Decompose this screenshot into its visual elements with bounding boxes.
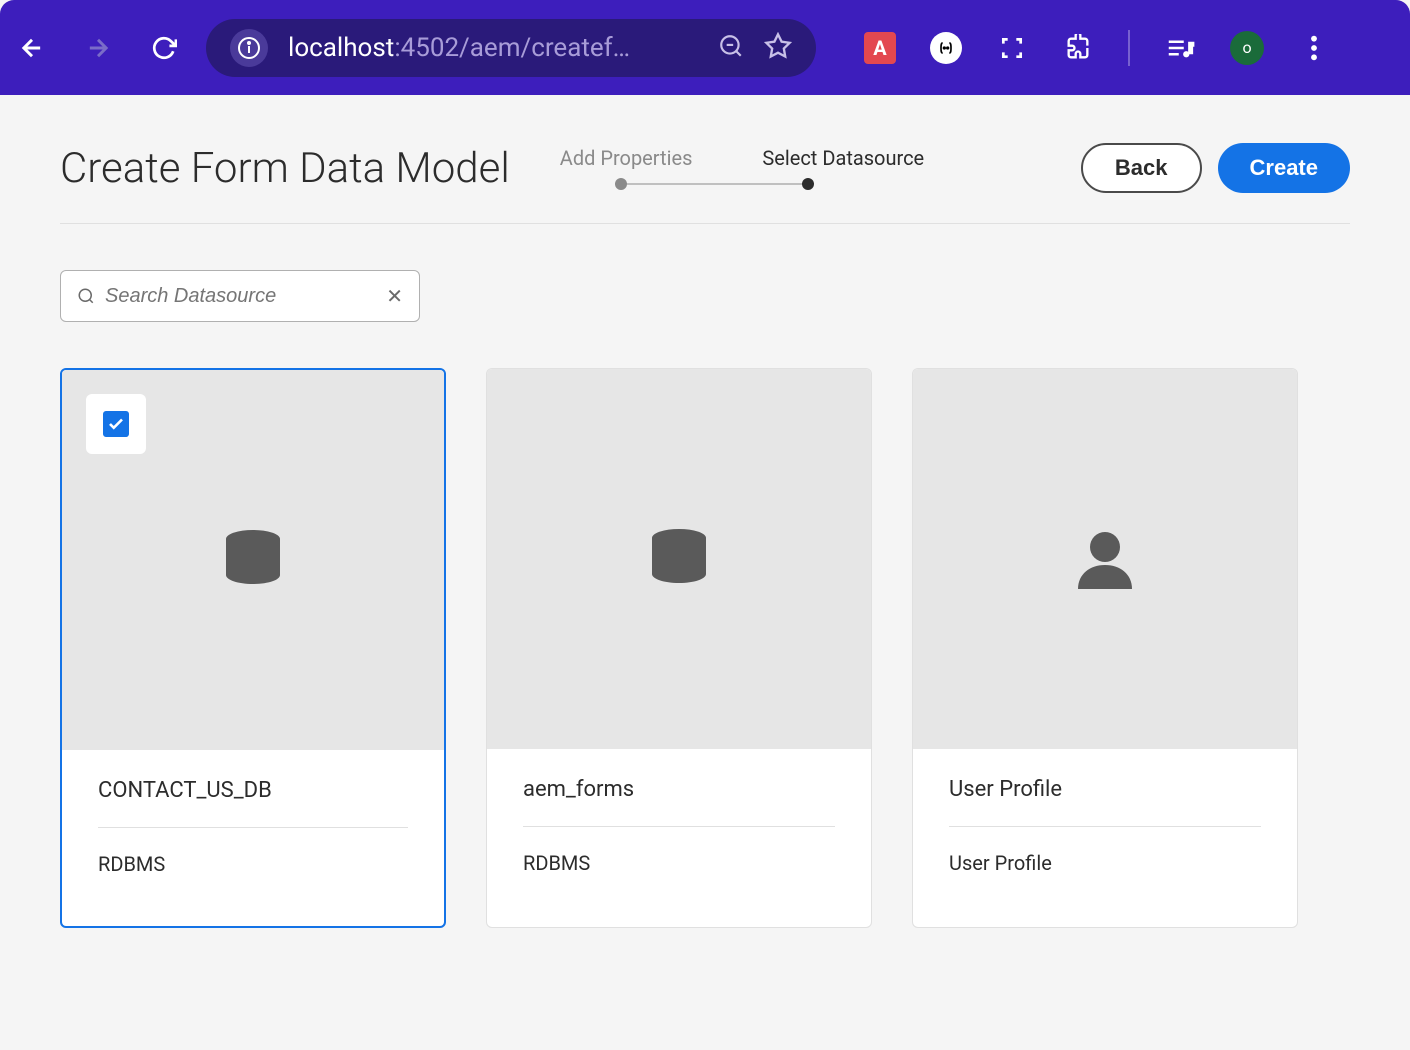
reload-icon[interactable]	[150, 34, 178, 62]
wizard-step-2-label: Select Datasource	[762, 146, 924, 170]
card-title: User Profile	[949, 777, 1261, 802]
wizard-steps: Add Properties Select Datasource	[560, 146, 1081, 190]
card-thumbnail	[62, 370, 444, 750]
card-body: aem_forms RDBMS	[487, 749, 871, 903]
search-input[interactable]	[105, 285, 386, 308]
wizard-line	[627, 183, 802, 185]
site-info-icon[interactable]	[230, 29, 268, 67]
forward-nav-icon[interactable]	[84, 34, 112, 62]
card-title: CONTACT_US_DB	[98, 778, 408, 803]
checkbox-checked-icon	[103, 411, 129, 437]
chrome-menu-icon[interactable]	[1298, 32, 1330, 64]
adobe-extension-icon[interactable]: A	[864, 32, 896, 64]
search-box[interactable]: ✕	[60, 270, 420, 322]
page-content: Create Form Data Model Add Properties Se…	[0, 95, 1410, 976]
card-subtitle: User Profile	[949, 851, 1261, 875]
card-title: aem_forms	[523, 777, 835, 802]
card-thumbnail	[487, 369, 871, 749]
fullscreen-icon[interactable]	[996, 32, 1028, 64]
datasource-card[interactable]: CONTACT_US_DB RDBMS	[60, 368, 446, 928]
json-extension-icon[interactable]	[930, 32, 962, 64]
back-nav-icon[interactable]	[18, 34, 46, 62]
page-title: Create Form Data Model	[60, 144, 510, 193]
zoom-icon[interactable]	[718, 33, 744, 63]
profile-avatar[interactable]: o	[1230, 31, 1264, 65]
search-clear-icon[interactable]: ✕	[386, 284, 403, 308]
card-body: User Profile User Profile	[913, 749, 1297, 903]
datasource-cards: CONTACT_US_DB RDBMS aem_forms RDBMS	[60, 368, 1350, 928]
wizard-step-1-dot[interactable]	[615, 178, 627, 190]
url-text: localhost:4502/aem/createf…	[288, 33, 698, 63]
card-thumbnail	[913, 369, 1297, 749]
card-subtitle: RDBMS	[98, 852, 408, 876]
back-button[interactable]: Back	[1081, 143, 1202, 193]
card-divider	[523, 826, 835, 827]
card-body: CONTACT_US_DB RDBMS	[62, 750, 444, 904]
card-subtitle: RDBMS	[523, 851, 835, 875]
search-icon	[77, 287, 95, 305]
datasource-card[interactable]: User Profile User Profile	[912, 368, 1298, 928]
music-queue-icon[interactable]	[1164, 32, 1196, 64]
user-icon	[1069, 523, 1141, 595]
database-icon	[643, 523, 715, 595]
page-header: Create Form Data Model Add Properties Se…	[60, 143, 1350, 224]
create-button[interactable]: Create	[1218, 143, 1350, 193]
extensions-icon[interactable]	[1062, 32, 1094, 64]
card-checkbox-wrap[interactable]	[86, 394, 146, 454]
card-divider	[949, 826, 1261, 827]
divider	[1128, 30, 1130, 66]
wizard-step-2-dot[interactable]	[802, 178, 814, 190]
browser-chrome: localhost:4502/aem/createf… A o	[0, 0, 1410, 95]
chrome-extension-icons: A o	[864, 30, 1330, 66]
bookmark-star-icon[interactable]	[764, 32, 792, 64]
url-bar[interactable]: localhost:4502/aem/createf…	[206, 19, 816, 77]
search-container: ✕	[60, 270, 1350, 322]
nav-buttons	[18, 34, 178, 62]
database-icon	[217, 524, 289, 596]
card-divider	[98, 827, 408, 828]
datasource-card[interactable]: aem_forms RDBMS	[486, 368, 872, 928]
header-actions: Back Create	[1081, 143, 1350, 193]
wizard-step-1-label: Add Properties	[560, 146, 693, 170]
